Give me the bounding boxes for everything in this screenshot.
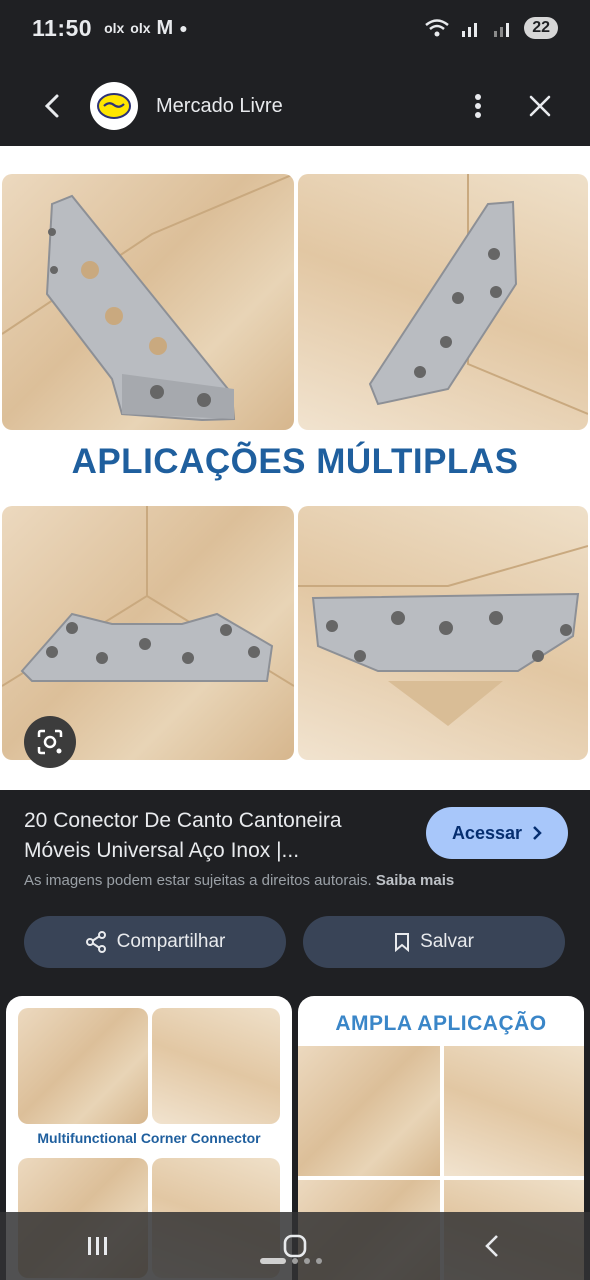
related-caption: Multifunctional Corner Connector (37, 1130, 261, 1146)
recent-apps-button[interactable] (68, 1221, 128, 1271)
share-label: Compartilhar (116, 931, 226, 952)
page-indicator-dot (292, 1258, 298, 1264)
battery-indicator: 22 (524, 17, 558, 39)
recents-icon (88, 1237, 108, 1255)
page-indicator-active (260, 1258, 286, 1264)
corner-bracket-illustration (2, 174, 294, 422)
related-image-panel (152, 1008, 280, 1124)
product-info: 20 Conector De Canto Cantoneira Móveis U… (0, 790, 590, 996)
home-icon (283, 1234, 307, 1258)
save-button[interactable]: Salvar (303, 916, 565, 968)
image-panel-top-left (2, 174, 294, 430)
product-image[interactable]: APLICAÇÕES MÚLTIPLAS (0, 146, 590, 790)
signal-icon (494, 23, 510, 37)
status-time: 11:50 (32, 14, 93, 41)
back-nav-icon (484, 1235, 498, 1257)
copyright-notice: As imagens podem estar sujeitas a direit… (24, 872, 454, 889)
back-button[interactable] (22, 76, 82, 136)
status-bar: 11:50 olx olx M ● 22 (0, 0, 590, 56)
back-arrow-icon (44, 94, 59, 118)
image-panel-top-right (298, 174, 588, 430)
image-viewer-screen: 11:50 olx olx M ● 22 Mercado Livre APLIC… (0, 0, 590, 1280)
back-nav-button[interactable] (462, 1221, 522, 1271)
image-banner-text: APLICAÇÕES MÚLTIPLAS (71, 442, 519, 481)
viewer-header: Mercado Livre (0, 66, 590, 146)
related-image-panel (18, 1008, 148, 1124)
product-title[interactable]: 20 Conector De Canto Cantoneira Móveis U… (24, 806, 394, 866)
system-navigation-bar (0, 1212, 590, 1280)
related-caption: AMPLA APLICAÇÃO (335, 1012, 547, 1035)
dot-icon: ● (179, 20, 188, 36)
share-icon (85, 931, 106, 953)
copyright-text: As imagens podem estar sujeitas a direit… (24, 872, 372, 889)
google-lens-button[interactable] (24, 716, 76, 768)
corner-bracket-illustration (368, 174, 588, 415)
more-vert-icon (475, 94, 481, 118)
learn-more-link[interactable]: Saiba mais (376, 872, 454, 889)
olx-notification-icon: olx (130, 20, 151, 36)
share-button[interactable]: Compartilhar (24, 916, 286, 968)
olx-notification-icon: olx (104, 20, 125, 36)
access-button[interactable]: Acessar (425, 807, 568, 859)
source-title[interactable]: Mercado Livre (156, 95, 283, 118)
image-panel-bottom-right (298, 506, 588, 760)
related-image-panel (444, 1046, 584, 1176)
bookmark-icon (395, 933, 410, 952)
lens-icon (37, 729, 63, 755)
handshake-icon (97, 93, 131, 119)
access-label: Acessar (451, 822, 522, 843)
notification-icons: olx olx M ● (104, 17, 188, 40)
page-indicator-dot (304, 1258, 310, 1264)
page-indicator-dot (316, 1258, 322, 1264)
wifi-icon (425, 19, 449, 37)
chevron-right-icon (533, 826, 542, 840)
signal-icon (462, 23, 478, 37)
save-label: Salvar (420, 931, 474, 952)
corner-bracket-illustration (298, 545, 588, 726)
related-image-panel (298, 1046, 440, 1176)
status-right: 22 (424, 17, 558, 39)
page-indicator (260, 1258, 322, 1264)
more-options-button[interactable] (456, 84, 500, 128)
gmail-notification-icon: M (156, 16, 174, 39)
close-button[interactable] (512, 78, 568, 134)
mercado-livre-logo (90, 82, 138, 130)
close-icon (529, 95, 551, 117)
